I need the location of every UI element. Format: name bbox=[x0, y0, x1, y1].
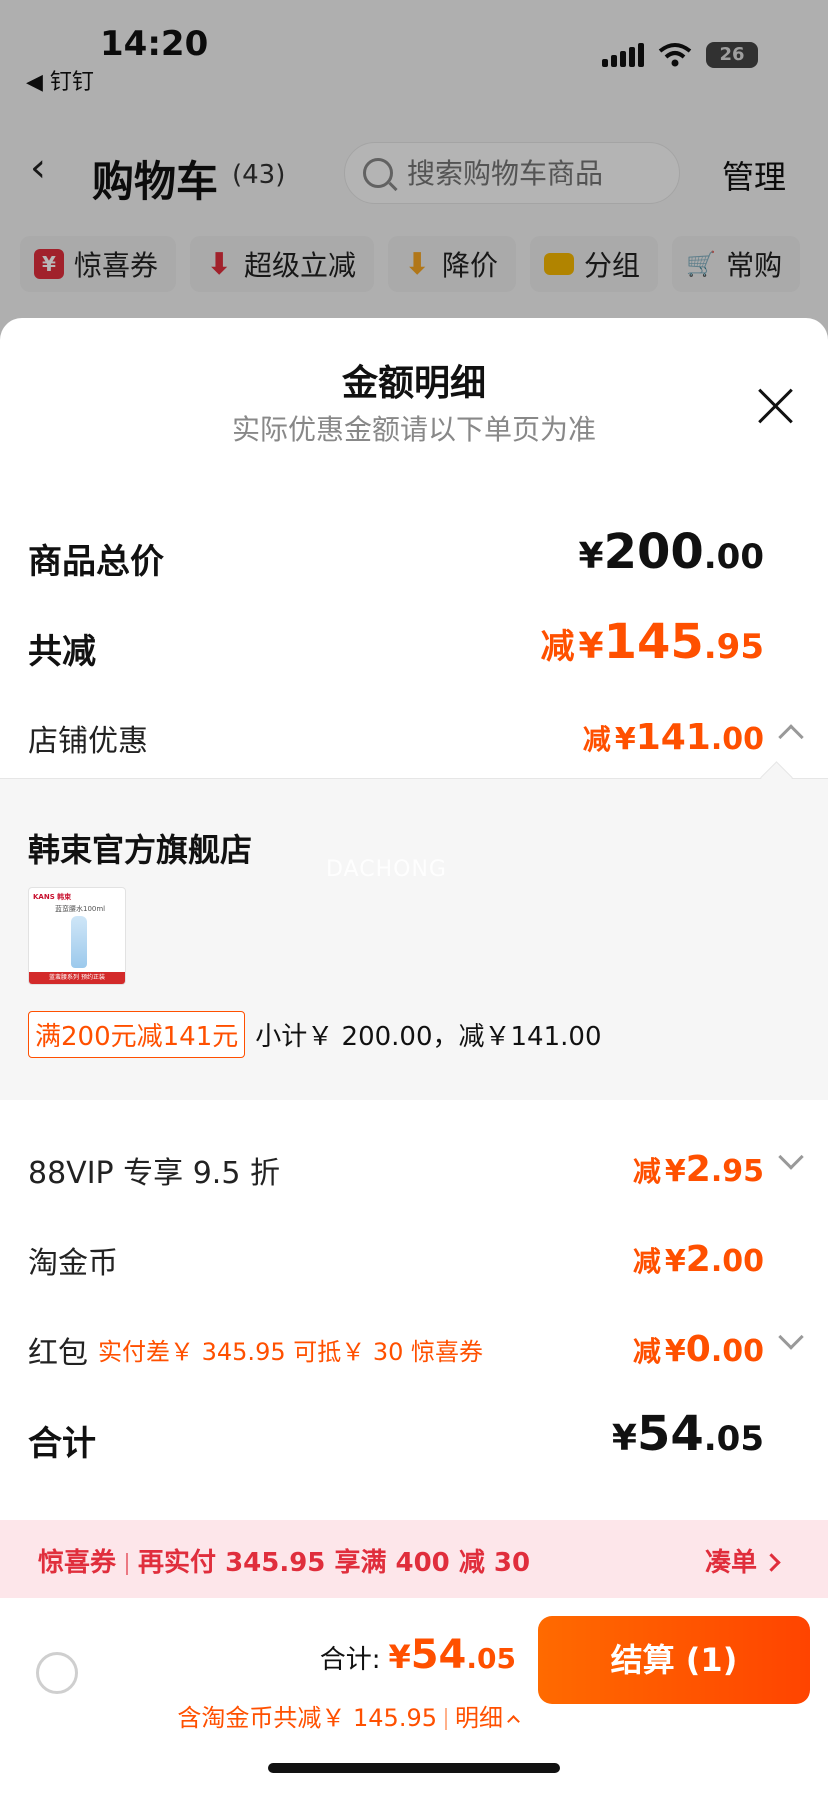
total-currency: ¥ bbox=[388, 1638, 411, 1676]
shop-discount-amount: 减 ¥141.00 bbox=[582, 717, 764, 758]
add-items-link[interactable]: 凑单 bbox=[705, 1542, 778, 1579]
sum-amount: ¥54.05 bbox=[611, 1406, 764, 1462]
store-name: 韩束官方旗舰店 bbox=[28, 831, 253, 869]
shop-discount-label: 店铺优惠 bbox=[28, 724, 148, 759]
store-promo-line: 满200元减141元 小计￥ 200.00，减￥141.00 bbox=[28, 1011, 601, 1058]
taojinbi-amount: 减 ¥2.00 bbox=[632, 1239, 764, 1280]
banner-text: 惊喜券 再实付 345.95 享满 400 减 30 bbox=[38, 1542, 530, 1579]
row-total-discount: 共减 减 ¥145.95 bbox=[28, 614, 800, 676]
chevron-up-icon bbox=[507, 1715, 520, 1728]
sheet-subtitle: 实际优惠金额请以下单页为准 bbox=[231, 413, 596, 446]
product-brand: KANS 韩束 bbox=[33, 893, 72, 901]
watermark: DACHONG bbox=[326, 857, 447, 882]
sum-label: 合计 bbox=[28, 1424, 96, 1464]
home-indicator bbox=[268, 1763, 560, 1773]
promo-subtotal: 小计￥ 200.00，减￥141.00 bbox=[255, 1022, 602, 1052]
detail-link[interactable]: 明细 bbox=[455, 1704, 503, 1732]
sheet-title: 金额明细 bbox=[341, 363, 486, 404]
chevron-down-icon[interactable] bbox=[778, 1324, 804, 1350]
taojinbi-label: 淘金币 bbox=[28, 1246, 118, 1281]
close-icon[interactable] bbox=[756, 386, 796, 426]
product-band-text: 蓝蛮腰系列 预约正装 bbox=[29, 972, 125, 984]
vip-label: 88VIP 专享 9.5 折 bbox=[28, 1156, 280, 1191]
store-discount-panel: 韩束官方旗舰店 DACHONG KANS 韩束 蓝蛮腰水100ml 蓝蛮腰系列 … bbox=[0, 778, 828, 1100]
product-bottle-image bbox=[71, 916, 87, 968]
vip-amount: 减 ¥2.95 bbox=[632, 1149, 764, 1190]
total-decimal: .05 bbox=[466, 1642, 516, 1675]
discount-summary[interactable]: 含淘金币共减￥ 145.95 明细 bbox=[177, 1698, 520, 1733]
total-price-label: 商品总价 bbox=[28, 542, 164, 582]
row-total-price: 商品总价 ¥200.00 bbox=[28, 524, 800, 586]
banner-divider bbox=[126, 1552, 129, 1575]
total-discount-label: 共减 bbox=[28, 632, 96, 672]
total-discount-amount: 减 ¥145.95 bbox=[540, 614, 765, 670]
discount-summary-text: 含淘金币共减￥ 145.95 bbox=[177, 1704, 437, 1732]
product-name: 蓝蛮腰水100ml bbox=[55, 905, 106, 913]
amount-detail-sheet: 金额明细 实际优惠金额请以下单页为准 商品总价 ¥200.00 共减 减 ¥145… bbox=[0, 318, 828, 1796]
hongbao-amount: 减 ¥0.00 bbox=[632, 1329, 764, 1370]
promo-tag: 满200元减141元 bbox=[28, 1011, 246, 1058]
select-all-checkbox[interactable] bbox=[36, 1652, 78, 1694]
summary-divider bbox=[445, 1708, 447, 1730]
hongbao-label: 红包 bbox=[28, 1336, 88, 1371]
product-thumbnail[interactable]: KANS 韩束 蓝蛮腰水100ml 蓝蛮腰系列 预约正装 bbox=[28, 887, 126, 985]
banner-message: 再实付 345.95 享满 400 减 30 bbox=[138, 1548, 531, 1578]
row-88vip[interactable]: 88VIP 专享 9.5 折 减 ¥2.95 bbox=[28, 1136, 804, 1196]
hongbao-label-group: 红包 实付差￥ 345.95 可抵￥ 30 惊喜券 bbox=[28, 1328, 483, 1372]
total-integer: 54 bbox=[410, 1632, 467, 1678]
row-hongbao[interactable]: 红包 实付差￥ 345.95 可抵￥ 30 惊喜券 减 ¥0.00 bbox=[28, 1316, 804, 1376]
chevron-up-icon[interactable] bbox=[778, 724, 804, 750]
checkout-total: 合计: ¥ 54 .05 bbox=[320, 1632, 516, 1678]
total-price-amount: ¥200.00 bbox=[578, 524, 765, 580]
checkout-button[interactable]: 结算 (1) bbox=[538, 1616, 810, 1704]
row-sum: 合计 ¥54.05 bbox=[28, 1406, 800, 1468]
chevron-down-icon[interactable] bbox=[778, 1144, 804, 1170]
row-shop-discount[interactable]: 店铺优惠 减 ¥141.00 bbox=[28, 704, 804, 764]
surprise-coupon-banner[interactable]: 惊喜券 再实付 345.95 享满 400 减 30 凑单 bbox=[0, 1520, 828, 1598]
row-taojinbi: 淘金币 减 ¥2.00 bbox=[28, 1226, 800, 1286]
total-label: 合计: bbox=[319, 1645, 381, 1675]
hongbao-note: 实付差￥ 345.95 可抵￥ 30 惊喜券 bbox=[98, 1338, 484, 1366]
banner-tag: 惊喜券 bbox=[38, 1548, 117, 1578]
